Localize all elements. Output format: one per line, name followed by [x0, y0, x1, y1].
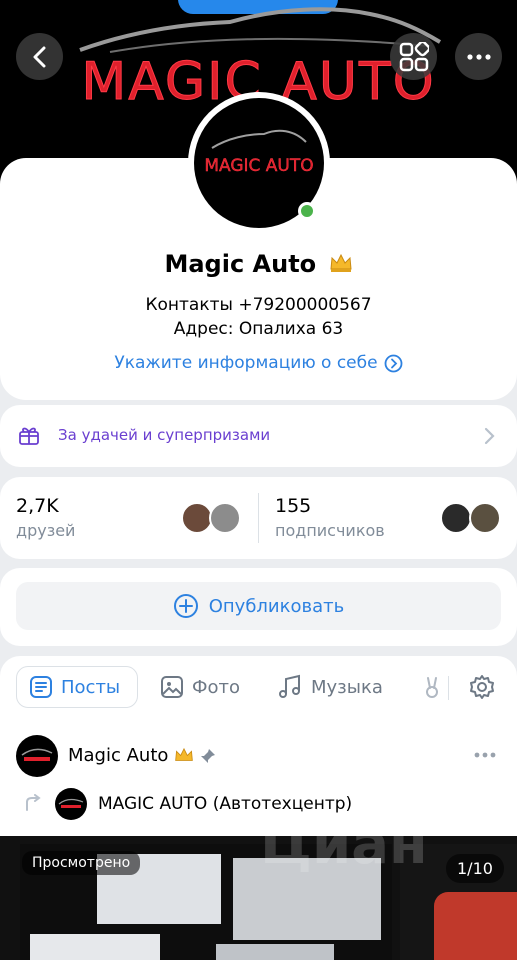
crown-icon [175, 747, 194, 761]
avatar-brand-text: MAGIC AUTO [204, 156, 314, 176]
photo-thumb [30, 934, 160, 960]
avatar [209, 502, 241, 534]
divider [258, 493, 259, 543]
stats-card: 2,7K друзей 155 подписчиков [0, 477, 517, 559]
posts-icon [30, 676, 52, 698]
tab-label: Фото [192, 676, 241, 698]
publish-card: Опубликовать [0, 568, 517, 646]
more-horizontal-icon [466, 53, 491, 60]
tab-clips[interactable] [420, 666, 446, 708]
friends-label: друзей [16, 521, 76, 540]
photo-thumb [434, 892, 517, 960]
watermark: Циан [260, 836, 428, 877]
repost-arrow-icon [26, 794, 41, 811]
more-horizontal-icon[interactable] [474, 752, 496, 758]
about-link[interactable]: Укажите информацию о себе [0, 353, 517, 373]
avatar [469, 502, 501, 534]
photo-thumb [216, 944, 334, 960]
pin-icon [201, 748, 216, 763]
repost-source-avatar[interactable] [55, 788, 87, 820]
car-logo-icon [21, 748, 53, 761]
tab-music[interactable]: Музыка [277, 666, 383, 708]
post-author-avatar[interactable] [16, 735, 58, 777]
qr-code-icon [399, 41, 429, 71]
plus-circle-icon [173, 594, 198, 618]
divider [448, 676, 449, 700]
status-line-contacts: Контакты +79200000567 [145, 295, 372, 315]
friends-count: 2,7K [16, 495, 59, 517]
tab-photos[interactable]: Фото [160, 666, 240, 708]
subscribers-label: подписчиков [275, 521, 385, 540]
online-indicator [298, 202, 316, 220]
tab-settings[interactable] [468, 666, 496, 708]
repost-source-name[interactable]: MAGIC AUTO (Автотехцентр) [98, 794, 352, 814]
tab-label: Музыка [311, 676, 383, 698]
profile-avatar[interactable]: MAGIC AUTO [188, 92, 330, 234]
chevron-left-icon [33, 46, 45, 67]
car-logo-icon [58, 798, 84, 808]
qr-button[interactable] [390, 33, 437, 80]
image-icon [161, 676, 183, 698]
publish-button[interactable]: Опубликовать [16, 582, 501, 630]
gift-icon [19, 427, 39, 445]
gear-icon [470, 675, 494, 699]
car-logo-icon [211, 129, 307, 149]
post-media[interactable]: Циан Просмотрено 1/10 [0, 836, 517, 960]
photo-counter: 1/10 [446, 854, 504, 883]
status-line-address: Адрес: Опалиха 63 [173, 319, 344, 339]
post-author-name: Magic Auto [68, 745, 169, 766]
clips-icon [426, 677, 438, 698]
back-button[interactable] [16, 33, 63, 80]
avatar [440, 502, 472, 534]
music-note-icon [279, 674, 300, 698]
gift-promo-row[interactable]: За удачей и суперпризами [0, 405, 517, 467]
chevron-circle-right-icon [384, 354, 402, 372]
crown-icon [329, 251, 353, 279]
chevron-right-icon [484, 427, 495, 445]
publish-label: Опубликовать [208, 595, 345, 617]
more-button[interactable] [455, 33, 502, 80]
about-link-label: Укажите информацию о себе [114, 353, 378, 373]
profile-name: Magic Auto [0, 250, 517, 279]
post-author[interactable]: Magic Auto [68, 745, 216, 766]
tab-label: Посты [61, 676, 121, 698]
subscribers-count: 155 [275, 495, 312, 517]
viewed-badge: Просмотрено [22, 851, 141, 875]
tab-posts[interactable]: Посты [16, 666, 138, 708]
gift-label: За удачей и суперпризами [58, 426, 271, 444]
